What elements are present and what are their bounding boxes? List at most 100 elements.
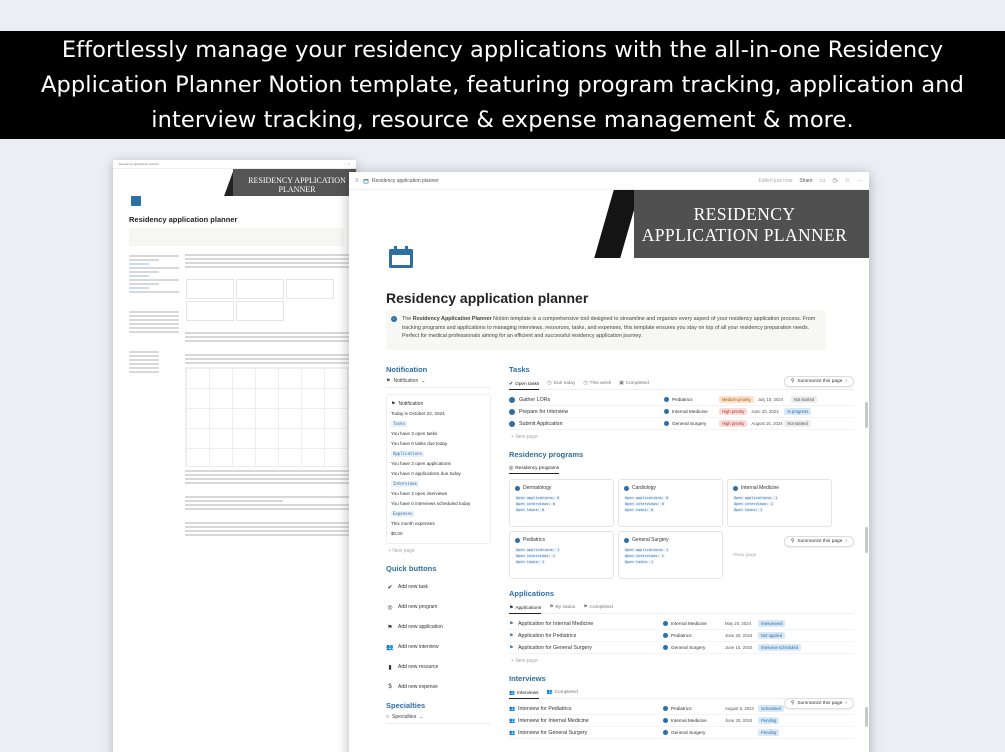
clock-icon: ◷ xyxy=(583,381,588,386)
tab-due-today[interactable]: ◷ Due today xyxy=(547,381,575,386)
summarize-button[interactable]: ⚲ Summarize this page › xyxy=(783,376,854,387)
program-relation[interactable]: Pediatrics xyxy=(663,706,725,711)
tab-label: Completed xyxy=(589,605,613,610)
tab-completed[interactable]: ⚑ Completed xyxy=(583,605,613,610)
status-badge: Not started xyxy=(784,420,811,427)
table-row[interactable]: ⚑ Application for General Surgery General … xyxy=(509,642,854,654)
notification-view-tab[interactable]: ⚑ Notification ⌄ xyxy=(386,378,491,388)
comment-icon[interactable]: ▭ xyxy=(820,177,826,184)
programs-gallery: Dermatology Open applications: 0 Open inte… xyxy=(509,479,854,579)
date: August 5, 2024 xyxy=(725,706,754,711)
table-row[interactable]: 👥 Interview for General Surgery General Su… xyxy=(509,727,854,739)
program-card[interactable]: Pediatrics Open applications: 1 Open inter… xyxy=(509,531,614,579)
tab-by-status[interactable]: ⚑ By status xyxy=(549,605,575,610)
table-row[interactable]: Gather LORs Pediatrics Medium priority July… xyxy=(509,394,854,406)
open-applications: Open applications: 1 xyxy=(515,548,561,552)
table-row[interactable]: Submit Application General Surgery High pr… xyxy=(509,418,854,430)
tab-interviews[interactable]: 👥 Interviews xyxy=(509,691,539,699)
applications-new-page[interactable]: + New page xyxy=(509,654,854,668)
program-card[interactable]: General Surgery Open applications: 1 Open … xyxy=(618,531,723,579)
program-card[interactable]: Internal Medicine Open applications: 1 Ope… xyxy=(727,479,832,527)
quick-button-label: Add new application xyxy=(398,624,443,630)
notification-card[interactable]: ⚑ Notification Today is October 22, 2024… xyxy=(386,394,491,544)
chevron-right-icon: › xyxy=(845,379,847,384)
open-applications: Open applications: 0 xyxy=(624,496,670,500)
tab-this-week[interactable]: ◷ This week xyxy=(583,381,611,386)
summarize-button-programs[interactable]: ⚲ Summarize this page › xyxy=(783,536,854,547)
interviews-heading: Interviews xyxy=(509,674,546,683)
applications-table: ⚑ Application for Internal Medicine Intern… xyxy=(509,618,854,654)
notification-line: Interviews xyxy=(391,479,486,489)
program-dot-icon xyxy=(663,645,668,650)
more-icon[interactable]: ··· xyxy=(857,178,863,184)
program-name: Pediatrics xyxy=(672,397,693,402)
sidebar-menu-icon[interactable]: ≡ xyxy=(355,178,363,184)
program-relation[interactable]: General Surgery xyxy=(663,645,725,650)
quick-button-label: Add new task xyxy=(398,584,429,590)
open-applications: Open applications: 0 xyxy=(515,496,561,500)
open-interviews: Open interviews: 1 xyxy=(515,554,556,558)
scrollbar[interactable] xyxy=(865,402,868,428)
program-relation[interactable]: General Surgery xyxy=(664,421,719,426)
quick-button[interactable]: ◎ Add new program xyxy=(386,597,491,617)
program-relation[interactable]: Internal Medicine xyxy=(664,409,719,414)
program-card-name: Cardiology xyxy=(632,485,656,491)
star-icon[interactable]: ☆ xyxy=(845,177,850,184)
program-name: General Surgery xyxy=(671,645,706,650)
program-relation[interactable]: Internal Medicine xyxy=(663,621,725,626)
back-window-actions: ··· ☆ xyxy=(343,162,350,166)
program-card[interactable]: Dermatology Open applications: 0 Open inte… xyxy=(509,479,614,527)
clock-icon[interactable]: ◷ xyxy=(832,177,837,184)
breadcrumb[interactable]: Residency application planner xyxy=(363,178,439,184)
open-tasks: Open tasks: 1 xyxy=(733,508,764,512)
program-relation[interactable]: Internal Medicine xyxy=(663,718,725,723)
applications-heading: Applications xyxy=(509,589,555,598)
table-row[interactable]: Prepare for Interview Internal Medicine Hi… xyxy=(509,406,854,418)
tasks-heading: Tasks xyxy=(509,365,530,374)
quick-button[interactable]: 👥 Add new interview xyxy=(386,637,491,657)
tasks-new-page[interactable]: + New page xyxy=(509,430,854,444)
scrollbar[interactable] xyxy=(865,707,868,727)
table-row[interactable]: 👥 Interview for Internal Medicine Internal… xyxy=(509,715,854,727)
notification-new-page[interactable]: + New page xyxy=(386,544,491,558)
program-name: Pediatrics xyxy=(671,706,692,711)
right-column: Tasks ✔ Open tasks ◷ Due today ◷ This week ▣ Co… xyxy=(509,365,854,739)
tab-label: By status xyxy=(555,605,576,610)
summarize-button-interviews[interactable]: ⚲ Summarize this page › xyxy=(783,698,854,709)
quick-button[interactable]: $ Add new expense xyxy=(386,677,491,697)
share-button[interactable]: Share xyxy=(799,178,812,184)
table-row[interactable]: ⚑ Application for Internal Medicine Intern… xyxy=(509,618,854,630)
program-relation[interactable]: Pediatrics xyxy=(664,397,719,402)
tasks-section: Tasks ✔ Open tasks ◷ Due today ◷ This week ▣ Co… xyxy=(509,365,854,444)
tab-residency-programs[interactable]: ◎ Residency programs xyxy=(509,466,560,474)
open-interviews: Open interviews: 1 xyxy=(733,502,774,506)
program-relation[interactable]: Pediatrics xyxy=(663,633,725,638)
programs-heading: Residency programs xyxy=(509,450,584,459)
window-topbar: ≡ Residency application planner Edited j… xyxy=(349,172,869,190)
tab-completed[interactable]: ▣ Completed xyxy=(619,381,649,386)
program-dot-icon xyxy=(664,397,669,402)
program-dot-icon xyxy=(663,718,668,723)
notification-line: You have 3 open applications xyxy=(391,461,451,466)
table-row[interactable]: ⚑ Application for Pediatrics Pediatrics Jun… xyxy=(509,630,854,642)
task-name: Prepare for Interview xyxy=(519,408,569,415)
quick-buttons-heading: Quick buttons xyxy=(386,564,437,573)
tab-open-tasks[interactable]: ✔ Open tasks xyxy=(509,382,540,390)
program-relation[interactable]: General Surgery xyxy=(663,730,725,735)
calendar-page-icon[interactable] xyxy=(389,246,413,268)
program-dot-icon xyxy=(663,706,668,711)
people-icon: 👥 xyxy=(509,705,516,712)
program-dot-icon xyxy=(663,621,668,626)
tab-applications[interactable]: ⚑ Applications xyxy=(509,606,542,614)
quick-button[interactable]: ⚑ Add new application xyxy=(386,617,491,637)
program-name: Internal Medicine xyxy=(672,409,708,414)
quick-button[interactable]: ✔ Add new task xyxy=(386,577,491,597)
program-card[interactable]: Cardiology Open applications: 0 Open inter… xyxy=(618,479,723,527)
tab-completed[interactable]: 👥 Completed xyxy=(547,690,578,695)
cover-line-1: RESIDENCY xyxy=(693,204,796,224)
specialties-view-tab[interactable]: ○ Specialties ⌄ xyxy=(386,714,491,724)
chevron-down-icon: ⌄ xyxy=(421,378,426,384)
quick-button[interactable]: ▮ Add new resource xyxy=(386,657,491,677)
scrollbar[interactable] xyxy=(865,527,868,553)
open-interviews: Open interviews: 0 xyxy=(624,502,665,506)
